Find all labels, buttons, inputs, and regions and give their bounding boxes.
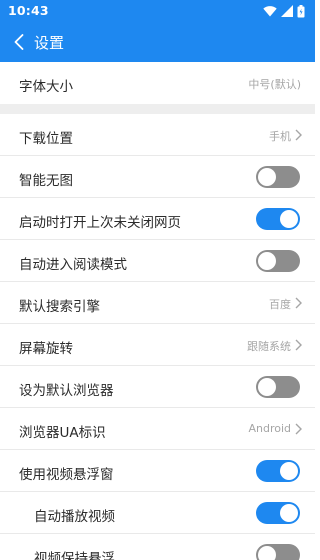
back-button[interactable] <box>6 28 32 56</box>
setting-label: 自动进入阅读模式 <box>19 257 127 273</box>
setting-value: 中号(默认) <box>248 78 301 91</box>
status-bar: 10:43 <box>0 0 315 22</box>
setting-label: 默认搜索引擎 <box>19 299 100 315</box>
setting-user-agent[interactable]: 浏览器UA标识 Android <box>0 408 315 450</box>
status-time: 10:43 <box>8 3 49 18</box>
toggle-knob <box>280 210 298 228</box>
setting-default-browser[interactable]: 设为默认浏览器 <box>0 366 315 408</box>
settings-list: 字体大小 中号(默认) 下载位置 手机 智能无图 启动时打开上次未关闭网页 自动… <box>0 62 315 560</box>
back-arrow-icon <box>14 34 24 50</box>
setting-font-size[interactable]: 字体大小 中号(默认) <box>0 62 315 104</box>
setting-auto-reader-mode[interactable]: 自动进入阅读模式 <box>0 240 315 282</box>
autoplay-video-toggle[interactable] <box>256 502 300 524</box>
setting-default-search-engine[interactable]: 默认搜索引擎 百度 <box>0 282 315 324</box>
battery-icon <box>297 4 305 17</box>
setting-label: 浏览器UA标识 <box>19 425 106 441</box>
auto-reader-mode-toggle[interactable] <box>256 250 300 272</box>
status-icons <box>263 4 305 18</box>
setting-value: Android <box>248 422 291 435</box>
toggle-knob <box>258 252 276 270</box>
setting-download-location[interactable]: 下载位置 手机 <box>0 114 315 156</box>
setting-label: 使用视频悬浮窗 <box>19 467 114 483</box>
chevron-right-icon <box>295 423 302 435</box>
setting-label: 智能无图 <box>19 173 73 189</box>
video-floating-window-toggle[interactable] <box>256 460 300 482</box>
toggle-knob <box>280 462 298 480</box>
setting-value: 手机 <box>269 130 291 143</box>
chevron-right-icon <box>295 297 302 309</box>
setting-label: 字体大小 <box>19 79 73 95</box>
toggle-knob <box>258 168 276 186</box>
setting-label: 屏幕旋转 <box>19 341 73 357</box>
setting-video-floating-window[interactable]: 使用视频悬浮窗 <box>0 450 315 492</box>
toggle-knob <box>280 504 298 522</box>
toggle-knob <box>258 378 276 396</box>
app-bar: 设置 <box>0 22 315 62</box>
restore-tabs-toggle[interactable] <box>256 208 300 230</box>
setting-smart-no-image[interactable]: 智能无图 <box>0 156 315 198</box>
setting-keep-video-floating[interactable]: 视频保持悬浮 <box>0 534 315 560</box>
keep-video-floating-toggle[interactable] <box>256 544 300 560</box>
chevron-right-icon <box>295 339 302 351</box>
wifi-icon <box>263 6 277 17</box>
setting-label: 设为默认浏览器 <box>19 383 114 399</box>
section-divider <box>0 104 315 114</box>
setting-label: 视频保持悬浮 <box>34 551 115 560</box>
page-title: 设置 <box>34 34 65 52</box>
default-browser-toggle[interactable] <box>256 376 300 398</box>
chevron-right-icon <box>295 129 302 141</box>
setting-value: 百度 <box>269 298 291 311</box>
setting-label: 下载位置 <box>19 131 73 147</box>
toggle-knob <box>258 546 276 560</box>
setting-screen-rotation[interactable]: 屏幕旋转 跟随系统 <box>0 324 315 366</box>
setting-autoplay-video[interactable]: 自动播放视频 <box>0 492 315 534</box>
setting-value: 跟随系统 <box>247 340 291 353</box>
setting-restore-tabs[interactable]: 启动时打开上次未关闭网页 <box>0 198 315 240</box>
smart-no-image-toggle[interactable] <box>256 166 300 188</box>
signal-icon <box>281 5 293 17</box>
setting-label: 自动播放视频 <box>34 509 115 525</box>
setting-label: 启动时打开上次未关闭网页 <box>19 215 181 231</box>
